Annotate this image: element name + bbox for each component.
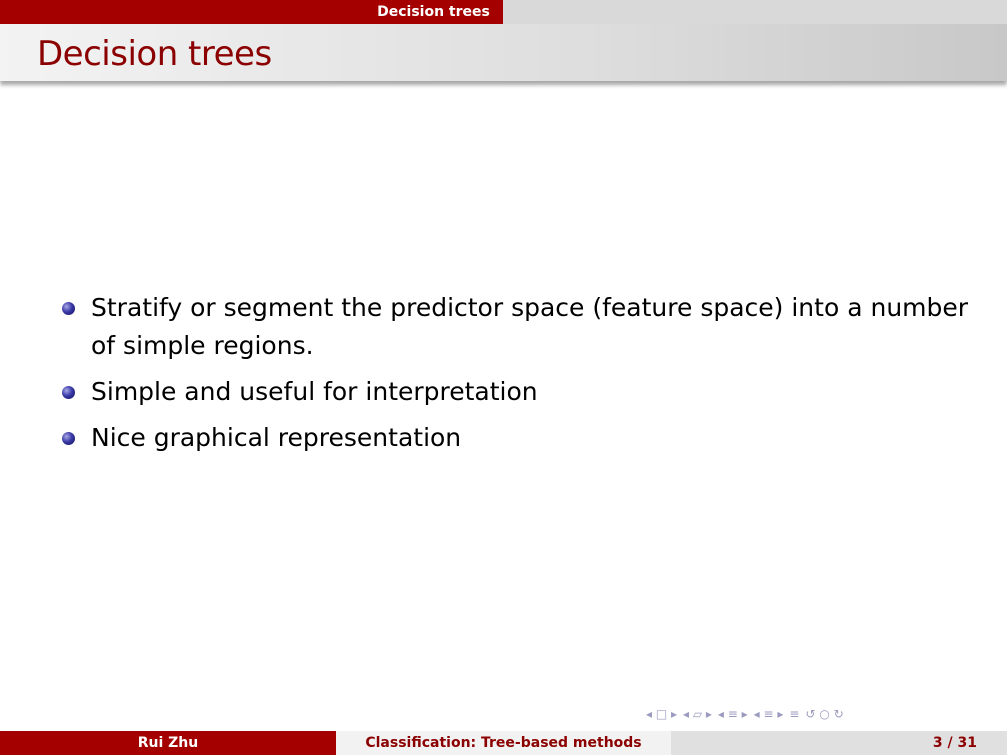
nav-back-icon[interactable]: ≡ (789, 707, 799, 721)
nav-search-icon[interactable]: ↺ ○ ↻ (805, 707, 843, 721)
slide-title: Decision trees (37, 34, 272, 74)
footer-bar: Rui Zhu Classification: Tree-based metho… (0, 731, 1007, 755)
bullet-icon (62, 386, 75, 399)
bullet-list: Stratify or segment the predictor space … (60, 289, 980, 457)
slide-content: Stratify or segment the predictor space … (60, 289, 980, 465)
bullet-text: Simple and useful for interpretation (91, 377, 538, 406)
nav-doc-icon[interactable]: ◂ ≡ ▸ (754, 707, 784, 721)
page-number: 3 / 31 (671, 731, 1007, 755)
bullet-text: Nice graphical representation (91, 423, 462, 452)
bullet-icon (62, 302, 75, 315)
title-bar: Decision trees (0, 24, 1007, 81)
nav-frame-icon[interactable]: ◂ □ ▸ (646, 707, 677, 721)
footer-author: Rui Zhu (0, 731, 336, 755)
list-item: Simple and useful for interpretation (60, 373, 980, 411)
header-bar: Decision trees (0, 0, 1007, 24)
list-item: Stratify or segment the predictor space … (60, 289, 980, 365)
nav-subsection-icon[interactable]: ◂ ▱ ▸ (683, 707, 712, 721)
list-item: Nice graphical representation (60, 419, 980, 457)
footer-title: Classification: Tree-based methods (336, 731, 671, 755)
bullet-text: Stratify or segment the predictor space … (91, 293, 969, 360)
header-left-fill (0, 0, 364, 24)
header-right-fill (503, 0, 1007, 24)
bullet-icon (62, 432, 75, 445)
nav-section-icon[interactable]: ◂ ≡ ▸ (718, 707, 748, 721)
section-tab[interactable]: Decision trees (364, 0, 503, 24)
navigation-symbols: ◂ □ ▸ ◂ ▱ ▸ ◂ ≡ ▸ ◂ ≡ ▸ ≡ ↺ ○ ↻ (646, 705, 1002, 723)
